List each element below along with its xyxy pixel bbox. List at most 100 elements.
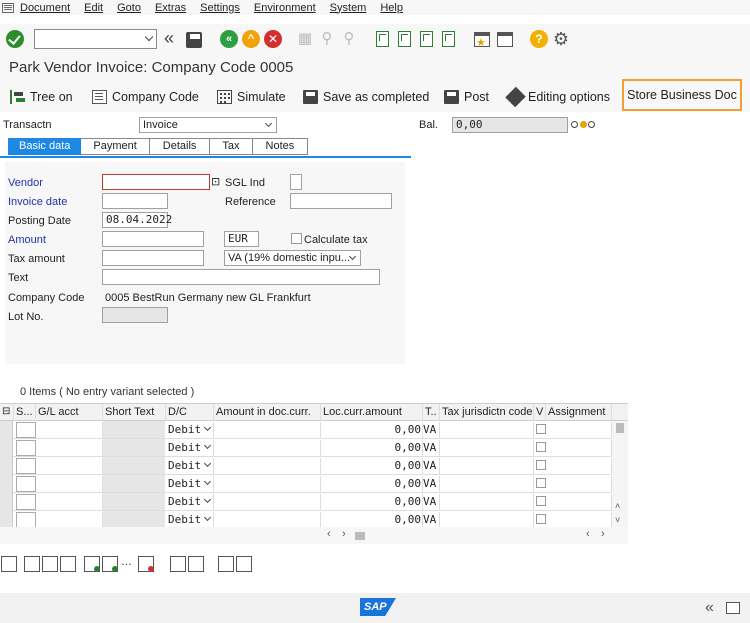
table-row[interactable]: Debit 0,00 VA [0, 439, 612, 457]
scroll-thumb[interactable] [355, 532, 365, 540]
tax-amount-input[interactable] [102, 250, 204, 266]
status-cell[interactable] [16, 494, 36, 510]
create-session-icon[interactable]: ★ [474, 32, 490, 49]
row-selector[interactable] [0, 457, 13, 475]
column-loc-amount[interactable]: Loc.curr.amount [321, 404, 423, 421]
gl-acct-cell[interactable] [36, 440, 103, 456]
tax-code-cell[interactable]: VA [423, 494, 440, 510]
collapse-double-chevron-icon[interactable]: « [705, 599, 714, 617]
status-window-icon[interactable] [726, 602, 740, 614]
dc-cell[interactable]: Debit [166, 458, 214, 474]
table-row[interactable]: Debit 0,00 VA [0, 421, 612, 439]
vertical-scrollbar[interactable]: ˄ ˅ [612, 421, 628, 528]
create-shortcut-icon[interactable] [497, 32, 513, 47]
scroll-right-icon[interactable]: › [342, 528, 346, 540]
company-code-button[interactable]: Company Code [92, 88, 199, 106]
status-cell[interactable] [16, 512, 36, 528]
save-icon[interactable] [186, 32, 202, 48]
tab-tax[interactable]: Tax [210, 138, 253, 155]
transactn-select[interactable]: Invoice [139, 117, 277, 133]
gear-icon[interactable]: ⚙ [552, 30, 570, 48]
gl-acct-cell[interactable] [36, 476, 103, 492]
chevron-down-icon[interactable] [144, 32, 154, 42]
column-tax[interactable]: T.. [423, 404, 440, 421]
amount-doc-cell[interactable] [214, 440, 321, 456]
calculate-tax-checkbox[interactable] [291, 233, 302, 244]
dc-cell[interactable]: Debit [166, 512, 214, 528]
assignment-cell[interactable] [546, 458, 612, 474]
insert-row-icon[interactable] [84, 556, 100, 572]
tab-basic-data[interactable]: Basic data [8, 138, 82, 155]
currency-input[interactable]: EUR [224, 231, 259, 247]
column-dc[interactable]: D/C [166, 404, 214, 421]
amount-doc-cell[interactable] [214, 494, 321, 510]
amount-doc-cell[interactable] [214, 422, 321, 438]
copy-icon[interactable] [170, 556, 186, 572]
sgl-ind-input[interactable] [290, 174, 302, 190]
status-cell[interactable] [16, 440, 36, 456]
menu-edit[interactable]: Edit [84, 2, 103, 14]
first-page-icon[interactable] [376, 31, 389, 47]
horizontal-scrollbar[interactable]: ‹ › ‹ › [0, 527, 628, 544]
simulate-button[interactable]: Simulate [217, 88, 286, 106]
column-gl-acct[interactable]: G/L acct [36, 404, 103, 421]
v-checkbox[interactable] [536, 460, 546, 470]
invoice-date-input[interactable] [102, 193, 168, 209]
save-as-completed-button[interactable]: Save as completed [303, 88, 429, 106]
menu-document[interactable]: Document [20, 2, 70, 14]
scroll-left-icon[interactable]: ‹ [327, 528, 331, 540]
posting-date-input[interactable]: 08.04.2022 [102, 212, 172, 228]
scroll-thumb[interactable] [616, 423, 624, 433]
select-block-icon[interactable] [42, 556, 58, 572]
menu-help[interactable]: Help [380, 2, 403, 14]
table-row[interactable]: Debit 0,00 VA [0, 457, 612, 475]
tax-code-cell[interactable]: VA [423, 512, 440, 528]
assignment-cell[interactable] [546, 494, 612, 510]
tax-code-cell[interactable]: VA [423, 440, 440, 456]
post-button[interactable]: Post [444, 88, 489, 106]
row-selector[interactable] [0, 421, 13, 439]
collapse-double-chevron-icon[interactable]: « [164, 29, 182, 47]
gl-acct-cell[interactable] [36, 458, 103, 474]
status-cell[interactable] [16, 476, 36, 492]
assignment-cell[interactable] [546, 440, 612, 456]
filter-icon[interactable] [236, 556, 252, 572]
previous-page-icon[interactable] [398, 31, 411, 47]
tax-jurisdiction-cell[interactable] [440, 422, 534, 438]
tax-code-cell[interactable]: VA [423, 458, 440, 474]
system-menu-icon[interactable] [2, 2, 14, 13]
column-assignment[interactable]: Assignment [546, 404, 612, 421]
help-icon[interactable]: ? [530, 30, 548, 48]
scroll-right-icon[interactable]: › [601, 528, 605, 540]
store-business-doc-button[interactable]: Store Business Doc [622, 79, 742, 111]
column-status[interactable]: S... [14, 404, 36, 421]
back-icon[interactable]: « [220, 30, 238, 48]
delete-row-icon[interactable] [138, 556, 154, 572]
status-cell[interactable] [16, 422, 36, 438]
cancel-icon[interactable]: ✕ [264, 30, 282, 48]
column-tax-jurisdiction[interactable]: Tax jurisdictn code [440, 404, 534, 421]
tax-jurisdiction-cell[interactable] [440, 476, 534, 492]
tab-payment[interactable]: Payment [81, 138, 150, 155]
vendor-input[interactable] [102, 174, 210, 190]
column-v[interactable]: V [534, 404, 546, 421]
tab-details[interactable]: Details [149, 138, 211, 155]
dc-cell[interactable]: Debit [166, 440, 214, 456]
command-field[interactable] [34, 29, 157, 49]
status-cell[interactable] [16, 458, 36, 474]
menu-system[interactable]: System [330, 2, 367, 14]
assignment-cell[interactable] [546, 422, 612, 438]
assignment-cell[interactable] [546, 512, 612, 528]
menu-environment[interactable]: Environment [254, 2, 316, 14]
dc-cell[interactable]: Debit [166, 422, 214, 438]
amount-doc-cell[interactable] [214, 512, 321, 528]
last-page-icon[interactable] [442, 31, 455, 47]
menu-extras[interactable]: Extras [155, 2, 186, 14]
exit-icon[interactable]: ^ [242, 30, 260, 48]
v-checkbox[interactable] [536, 424, 546, 434]
assignment-cell[interactable] [546, 476, 612, 492]
reference-input[interactable] [290, 193, 392, 209]
table-row[interactable]: Debit 0,00 VA [0, 493, 612, 511]
find-icon[interactable] [1, 556, 17, 572]
column-short-text[interactable]: Short Text [103, 404, 166, 421]
